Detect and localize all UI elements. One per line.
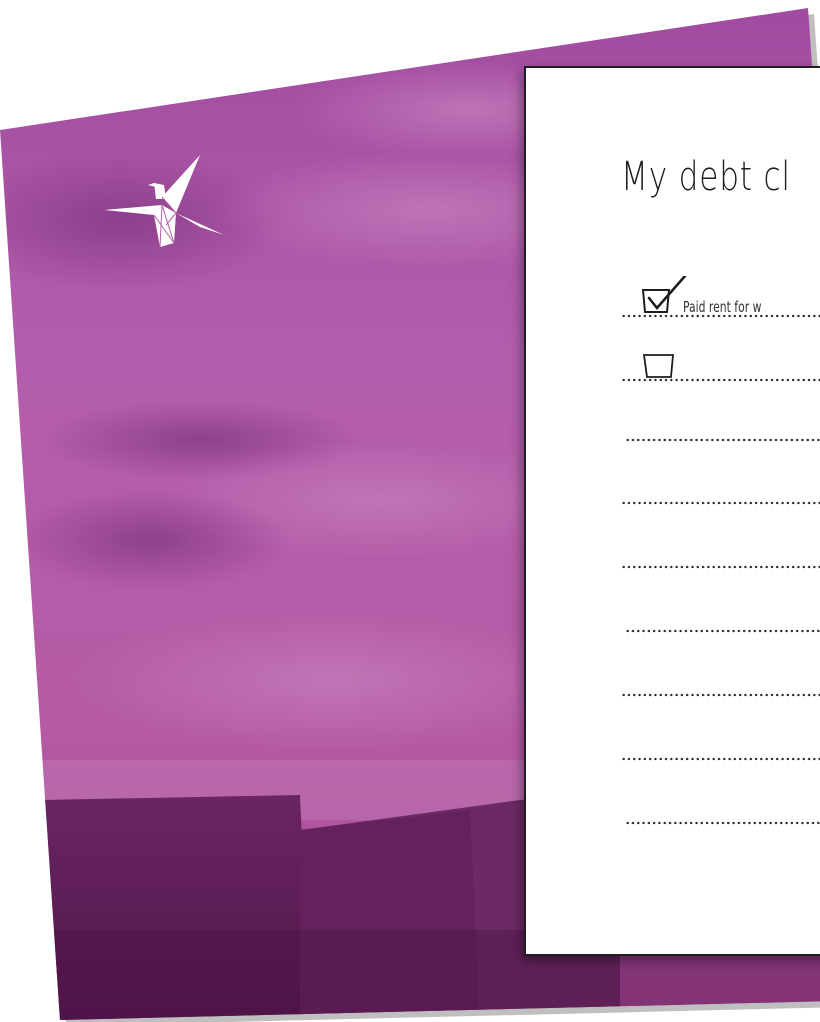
dotted-line bbox=[621, 693, 820, 697]
dotted-line bbox=[625, 821, 820, 825]
checklist-row-6[interactable] bbox=[625, 603, 820, 633]
checkbox-empty-icon[interactable] bbox=[641, 352, 677, 380]
checklist-row-5[interactable] bbox=[621, 539, 820, 569]
dotted-line bbox=[621, 565, 820, 569]
dotted-line bbox=[621, 501, 820, 505]
dotted-line bbox=[625, 629, 820, 633]
checklist-row-8[interactable] bbox=[621, 731, 820, 761]
checklist-row-1[interactable]: Paid rent for w bbox=[621, 276, 820, 318]
checkbox-checked-icon[interactable] bbox=[639, 276, 689, 316]
checklist-item-text: Paid rent for w bbox=[683, 298, 762, 316]
checklist-row-4[interactable] bbox=[621, 475, 820, 505]
scene: My debt cl Paid rent for w bbox=[0, 0, 820, 1022]
checklist-row-2[interactable] bbox=[621, 352, 820, 382]
checklist-row-9[interactable] bbox=[625, 795, 820, 825]
checklist-title: My debt cl bbox=[621, 154, 791, 200]
dotted-line bbox=[625, 438, 820, 442]
checklist-row-3[interactable] bbox=[625, 412, 820, 442]
checklist-row-7[interactable] bbox=[621, 667, 820, 697]
dotted-line bbox=[621, 757, 820, 761]
